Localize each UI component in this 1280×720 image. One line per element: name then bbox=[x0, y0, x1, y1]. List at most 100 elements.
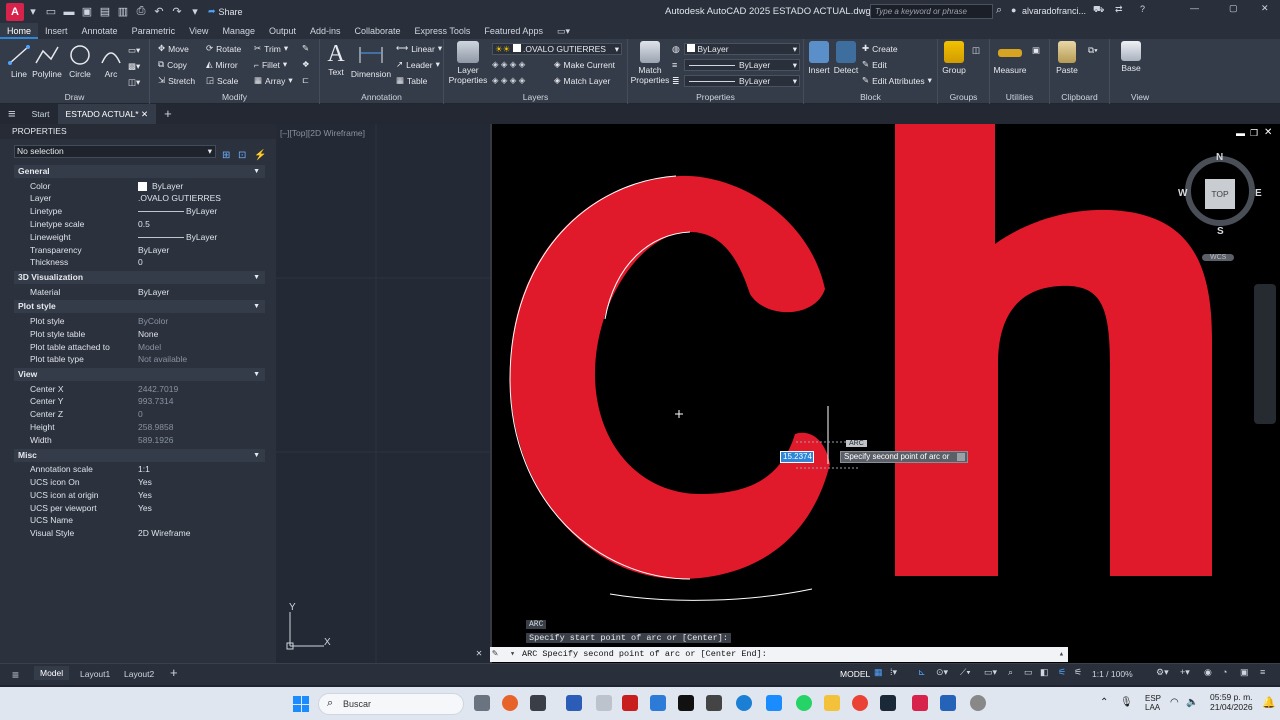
dynamic-input-field[interactable]: 15.2374 bbox=[780, 451, 814, 463]
command-line[interactable]: ✕ ✎ ▾ ARC Specify second point of arc or… bbox=[476, 647, 1068, 662]
property-row[interactable]: Visual Style 2D Wireframe bbox=[14, 527, 265, 540]
tab-manage[interactable]: Manage bbox=[215, 23, 262, 39]
user-name[interactable]: alvaradofranci... bbox=[1022, 6, 1086, 16]
grid-icon[interactable]: ▦ bbox=[874, 667, 883, 678]
isodraft-icon[interactable]: ⟋▾ bbox=[960, 667, 971, 678]
web-save-icon[interactable]: ▥ bbox=[114, 3, 132, 21]
snap-icon[interactable]: ⁞▾ bbox=[890, 667, 897, 678]
group-tools-icon[interactable]: ◫ bbox=[972, 45, 980, 56]
utilities-tools-icon[interactable]: ▣ bbox=[1032, 45, 1040, 56]
navigation-bar[interactable] bbox=[1254, 284, 1276, 424]
polar-icon[interactable]: ⊙▾ bbox=[936, 667, 948, 678]
mirror-button[interactable]: ◭ Mirror bbox=[206, 59, 238, 70]
search-icon[interactable]: ⌕ bbox=[996, 4, 1002, 17]
compass-north[interactable]: N bbox=[1216, 152, 1223, 163]
create-block-button[interactable]: ✚ Create bbox=[862, 43, 898, 54]
volume-icon[interactable]: 🔈 bbox=[1186, 697, 1198, 708]
view-panel-label[interactable]: View bbox=[1110, 92, 1170, 102]
tab-addins[interactable]: Add-ins bbox=[303, 23, 348, 39]
hatch-icon[interactable]: ▩▾ bbox=[128, 61, 140, 72]
collapse-icon[interactable]: ▼ bbox=[253, 449, 260, 462]
lineweight-toggle-icon[interactable]: ▭ bbox=[1024, 667, 1033, 678]
polyline-button[interactable]: Polyline bbox=[32, 43, 62, 79]
compass-south[interactable]: S bbox=[1217, 226, 1224, 237]
tab-featured-apps[interactable]: Featured Apps bbox=[477, 23, 550, 39]
new-file-icon[interactable]: ▭ bbox=[42, 3, 60, 21]
vp-close-icon[interactable]: ✕ bbox=[1264, 127, 1272, 138]
print-icon[interactable]: ⎙ bbox=[132, 3, 150, 21]
erase-icon[interactable]: ✎ bbox=[302, 43, 309, 54]
osnap-icon[interactable]: ▭▾ bbox=[984, 667, 997, 678]
property-row[interactable]: Height 258.9858 bbox=[14, 421, 265, 434]
microphone-icon[interactable]: 🎙 bbox=[1120, 697, 1133, 708]
hardware-accel-icon[interactable]: ◔ bbox=[1222, 667, 1227, 677]
fillet-button[interactable]: ⌐ Fillet ▾ bbox=[254, 59, 287, 70]
arc-button[interactable]: Arc bbox=[98, 43, 124, 79]
selection-dropdown[interactable]: No selection ▾ bbox=[14, 145, 216, 158]
explode-icon[interactable]: ❖ bbox=[302, 59, 310, 70]
ribbon-toggle-icon[interactable]: ▭▾ bbox=[550, 23, 577, 39]
customize-status-icon[interactable]: ≡ bbox=[1260, 667, 1265, 677]
draw-panel-label[interactable]: Draw bbox=[0, 92, 149, 102]
property-row[interactable]: Lineweight ByLayer bbox=[14, 231, 265, 244]
paste-button[interactable]: Paste bbox=[1054, 41, 1080, 75]
file-explorer-icon[interactable] bbox=[824, 695, 840, 711]
app-logo[interactable]: A bbox=[6, 2, 24, 21]
tab-view[interactable]: View bbox=[182, 23, 215, 39]
layer-tools-row1[interactable]: ◈ ◈ ◈ ◈ bbox=[492, 59, 525, 70]
line-button[interactable]: Line bbox=[6, 43, 32, 79]
copy-button[interactable]: ⧉ Copy bbox=[158, 59, 187, 70]
collapse-icon[interactable]: ▼ bbox=[253, 368, 260, 381]
trim-button[interactable]: ✂ Trim ▾ bbox=[254, 43, 288, 54]
ortho-icon[interactable]: ⊾ bbox=[918, 667, 926, 678]
tab-express-tools[interactable]: Express Tools bbox=[408, 23, 478, 39]
select-objects-icon[interactable]: ⊡ bbox=[238, 150, 246, 161]
layers-panel-label[interactable]: Layers bbox=[444, 92, 627, 102]
app-icon-1[interactable] bbox=[530, 695, 546, 711]
app-icon-4[interactable] bbox=[650, 695, 666, 711]
move-button[interactable]: ✥ Move bbox=[158, 43, 189, 54]
autocad-taskbar-icon[interactable] bbox=[912, 695, 928, 711]
share-button[interactable]: ➦ Share bbox=[208, 6, 243, 17]
property-row[interactable]: Color ByLayer bbox=[14, 180, 265, 193]
stretch-button[interactable]: ⇲ Stretch bbox=[158, 75, 195, 86]
app-icon-6[interactable] bbox=[766, 695, 782, 711]
app-icon-5[interactable] bbox=[706, 695, 722, 711]
group-button[interactable]: Group bbox=[940, 41, 968, 75]
property-row[interactable]: Layer .OVALO GUTIERRES bbox=[14, 192, 265, 205]
property-row[interactable]: Thickness 0 bbox=[14, 256, 265, 269]
drawing-canvas[interactable]: ▬ ❐ ✕ TOP N S E W WCS 15.2374 ARC Specif… bbox=[490, 124, 1280, 663]
rectangle-icon[interactable]: ▭▾ bbox=[128, 45, 140, 56]
whatsapp-icon[interactable] bbox=[796, 695, 812, 711]
edit-block-button[interactable]: ✎ Edit bbox=[862, 59, 887, 70]
insert-button[interactable]: Insert bbox=[806, 41, 832, 75]
offset-icon[interactable]: ⊏ bbox=[302, 75, 309, 86]
properties-ribbon-label[interactable]: Properties bbox=[628, 92, 803, 102]
section-header[interactable]: Misc ▼ bbox=[14, 448, 265, 462]
model-tab[interactable]: Model bbox=[34, 666, 70, 680]
property-row[interactable]: Plot style table None bbox=[14, 328, 265, 341]
command-prompt-text[interactable]: ARC Specify second point of arc or [Cent… bbox=[522, 647, 767, 662]
utilities-panel-label[interactable]: Utilities bbox=[990, 92, 1049, 102]
windows-start-icon[interactable] bbox=[293, 696, 309, 712]
property-row[interactable]: Plot table type Not available bbox=[14, 353, 265, 366]
collapse-icon[interactable]: ▼ bbox=[253, 300, 260, 313]
customize-icon[interactable]: ▾ bbox=[186, 3, 204, 21]
rotate-button[interactable]: ⟳ Rotate bbox=[206, 43, 241, 54]
property-row[interactable]: Linetype ByLayer bbox=[14, 205, 265, 218]
quick-select-icon[interactable]: ⚡ bbox=[254, 150, 266, 161]
model-space-button[interactable]: MODEL bbox=[840, 669, 870, 679]
redo-icon[interactable]: ↷ bbox=[168, 3, 186, 21]
property-row[interactable]: UCS icon On Yes bbox=[14, 476, 265, 489]
compass-east[interactable]: E bbox=[1255, 188, 1262, 199]
annotation-panel-label[interactable]: Annotation bbox=[320, 92, 443, 102]
annotation-visibility-icon[interactable]: ⚟ bbox=[1058, 667, 1066, 678]
match-layer-button[interactable]: ◈ Match Layer bbox=[554, 75, 610, 86]
options-arrow-icon[interactable] bbox=[957, 453, 965, 461]
search-input[interactable]: Type a keyword or phrase bbox=[870, 4, 993, 19]
property-row[interactable]: Material ByLayer bbox=[14, 286, 265, 299]
table-button[interactable]: ▦ Table bbox=[396, 75, 427, 86]
tab-collaborate[interactable]: Collaborate bbox=[348, 23, 408, 39]
chrome-icon[interactable] bbox=[852, 695, 868, 711]
match-properties-button[interactable]: Match Properties bbox=[630, 41, 670, 85]
